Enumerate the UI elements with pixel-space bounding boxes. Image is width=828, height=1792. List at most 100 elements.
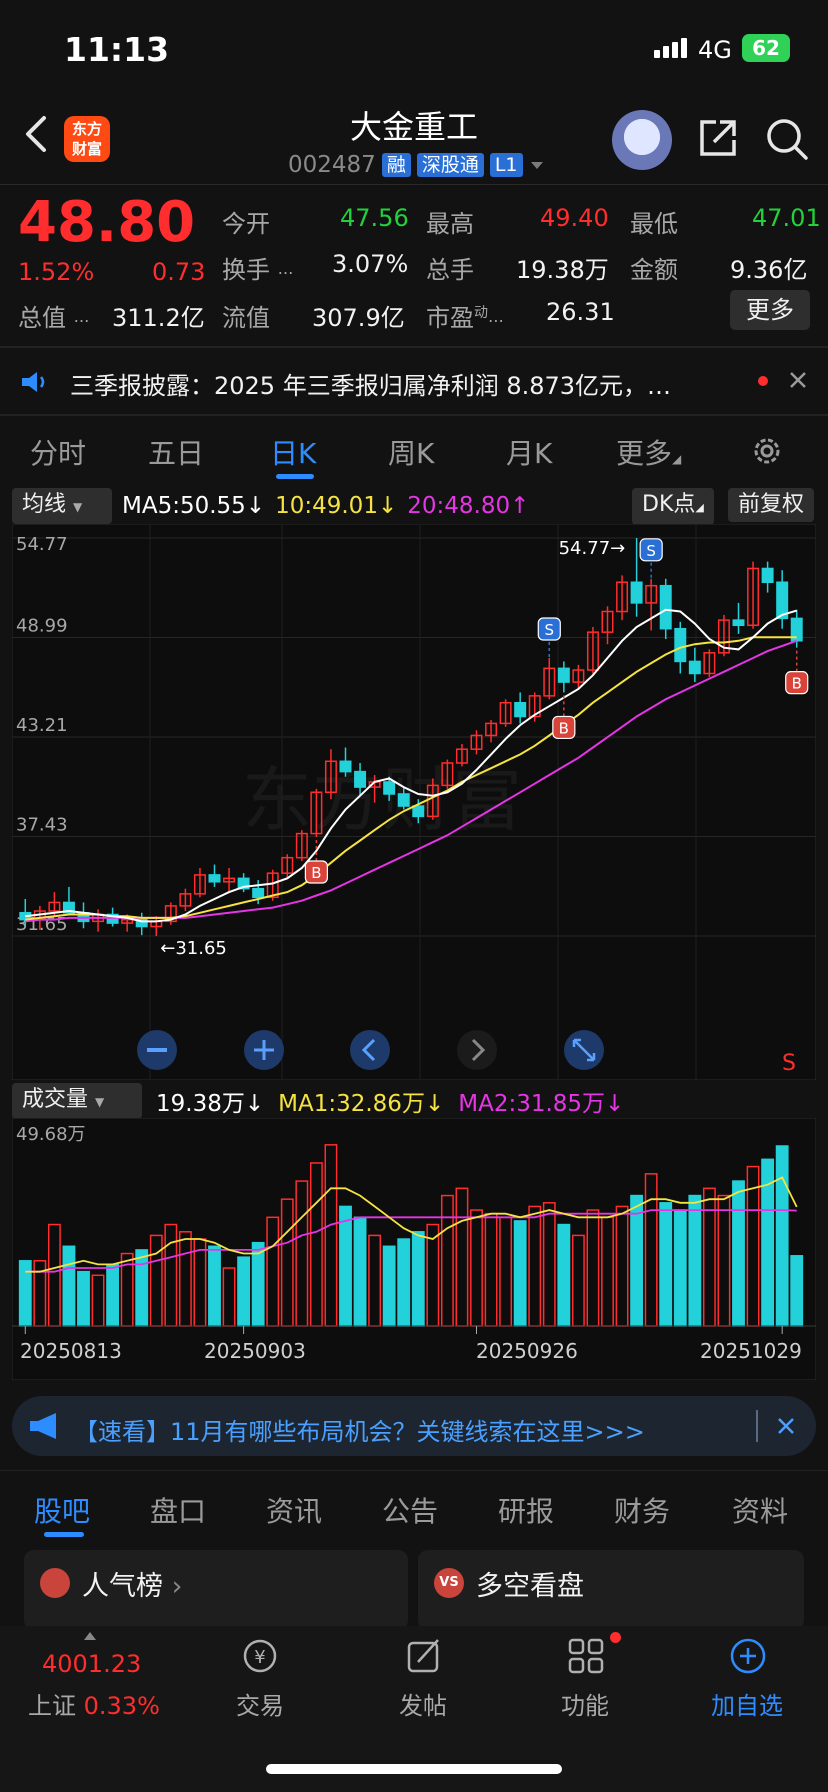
last-price: 48.80: [18, 190, 196, 255]
index-row[interactable]: 上证 0.33%: [28, 1686, 160, 1721]
signal-label: S: [646, 542, 656, 560]
date-label-3: 20250926: [476, 1339, 578, 1363]
candle-body: [208, 874, 221, 883]
home-indicator: [266, 1764, 562, 1774]
float-value: 307.9亿: [312, 304, 405, 332]
tab-intraday[interactable]: 分时: [30, 432, 86, 472]
dk-point-button[interactable]: DK点◢: [632, 488, 714, 525]
tab-weekly-k[interactable]: 周K: [388, 432, 434, 472]
more-button[interactable]: 更多: [730, 290, 810, 330]
volume-bar: [353, 1216, 367, 1327]
adjust-button[interactable]: 前复权: [728, 488, 815, 522]
float-label: 流值: [222, 304, 270, 332]
function-grid-icon[interactable]: [566, 1636, 606, 1676]
nav-post[interactable]: 发帖: [368, 1686, 478, 1721]
tab-announcements[interactable]: 公告: [382, 1490, 438, 1530]
volume-chart[interactable]: 49.68万 20250813 20250903 20250926 202510…: [12, 1118, 816, 1380]
candle-body: [383, 781, 396, 795]
amount-value: 9.36亿: [730, 256, 808, 284]
speaker-icon: [22, 372, 45, 392]
candle-body: [557, 667, 570, 683]
candle-body: [630, 581, 643, 604]
tag-margin: 融: [381, 153, 411, 177]
high-label: 最高: [426, 210, 474, 238]
tab-guba[interactable]: 股吧: [34, 1490, 90, 1530]
low-label: 最低: [630, 210, 678, 238]
signal-label: S: [545, 621, 555, 639]
promo-banner[interactable]: 【速看】11月有哪些布局机会？关键线索在这里>>>: [12, 1396, 816, 1456]
nav-function[interactable]: 功能: [530, 1686, 640, 1721]
chevron-down-icon: [530, 162, 543, 169]
tag-connect: 深股通: [416, 153, 484, 177]
candle-body: [674, 627, 687, 663]
candle-body: [397, 793, 410, 807]
volume-bar: [775, 1145, 789, 1327]
tab-monthly-k[interactable]: 月K: [506, 432, 552, 472]
banner-divider: [756, 1410, 758, 1442]
ma5-value: MA5:50.55↓: [122, 493, 266, 519]
candle-body: [688, 660, 701, 675]
tab-profile[interactable]: 资料: [732, 1490, 788, 1530]
tab-more[interactable]: 更多◢: [616, 432, 681, 472]
index-pct: 0.33%: [83, 1692, 160, 1720]
tab-news[interactable]: 资讯: [266, 1490, 322, 1530]
volume-value: 19.38万: [516, 256, 609, 284]
volume-bar: 成交量 ▼ 19.38万↓ MA1:32.86万↓ MA2:31.85万↓: [12, 1083, 816, 1119]
signal-label: B: [311, 864, 321, 882]
watermark: 东方财富: [242, 759, 522, 841]
stock-subtitle[interactable]: 002487 融 深股通 L1: [288, 152, 545, 178]
volume-selector[interactable]: 成交量 ▼: [12, 1083, 142, 1119]
bull-bear-title: 多空看盘: [476, 1571, 584, 1602]
ma10-value: 10:49.01↓: [275, 493, 398, 519]
turnover-value: 3.07%: [332, 250, 409, 278]
volume-bar: [18, 1260, 32, 1327]
battery-icon: 62: [742, 34, 790, 62]
scroll-left-button[interactable]: [350, 1030, 390, 1070]
share-icon[interactable]: [696, 116, 740, 160]
search-icon[interactable]: [764, 116, 810, 162]
tab-research[interactable]: 研报: [498, 1490, 554, 1530]
unread-dot: [758, 376, 768, 386]
ma20-value: 20:48.80↑: [407, 493, 530, 519]
volume-bar: [513, 1220, 527, 1327]
signal-label: B: [792, 675, 802, 693]
ma-bar: 均线 ▼ MA5:50.55↓ 10:49.01↓ 20:48.80↑ DK点◢…: [12, 488, 816, 525]
candle-body: [339, 760, 352, 773]
tab-pankou[interactable]: 盘口: [150, 1490, 206, 1530]
nav-trade[interactable]: 交易: [205, 1686, 315, 1721]
kline-chart[interactable]: 东方财富 54.7748.9943.2137.4331.65 SSBBB 54.…: [12, 524, 816, 1080]
notice-text: 三季报披露：2025 年三季报归属净利润 8.873亿元，…: [70, 372, 672, 400]
volume-label: 总手: [426, 256, 474, 284]
tab-daily-k[interactable]: 日K: [270, 432, 316, 472]
volume-bar: [659, 1202, 673, 1327]
banner-close-icon[interactable]: [776, 1416, 796, 1436]
volume-bar: [790, 1255, 804, 1327]
vol-ma2-value: MA2:31.85万↓: [458, 1091, 625, 1117]
minus-icon: [147, 1048, 167, 1052]
nav-add-watchlist[interactable]: 加自选: [692, 1686, 802, 1721]
post-edit-icon[interactable]: [404, 1636, 444, 1676]
caret-up-icon: [84, 1632, 96, 1640]
svg-text:¥: ¥: [254, 1647, 265, 1668]
index-name: 上证: [28, 1692, 76, 1720]
notice-bar[interactable]: 三季报披露：2025 年三季报归属净利润 8.873亿元，…: [0, 348, 828, 412]
scroll-right-button[interactable]: [457, 1030, 497, 1070]
corner-signal: S: [782, 1051, 796, 1076]
assistant-avatar[interactable]: [612, 110, 672, 170]
status-time: 11:13: [64, 30, 170, 69]
index-value[interactable]: 4001.23: [42, 1650, 141, 1678]
megaphone-icon: [30, 1413, 56, 1439]
close-icon[interactable]: [788, 370, 808, 390]
bull-bear-card[interactable]: VS 多空看盘: [418, 1550, 804, 1630]
popularity-card[interactable]: 人气榜 ›: [24, 1550, 408, 1630]
y-axis-label: 37.43: [16, 815, 68, 836]
tab-finance[interactable]: 财务: [614, 1490, 670, 1530]
trade-icon[interactable]: ¥: [240, 1636, 280, 1676]
add-watchlist-icon[interactable]: [728, 1636, 768, 1676]
settings-gear-icon[interactable]: [750, 434, 784, 468]
date-label-4: 20251029: [700, 1339, 802, 1363]
date-label-2: 20250903: [204, 1339, 306, 1363]
ma-selector[interactable]: 均线 ▼: [12, 488, 112, 524]
tab-5day[interactable]: 五日: [148, 432, 204, 472]
stock-code: 002487: [288, 152, 376, 178]
